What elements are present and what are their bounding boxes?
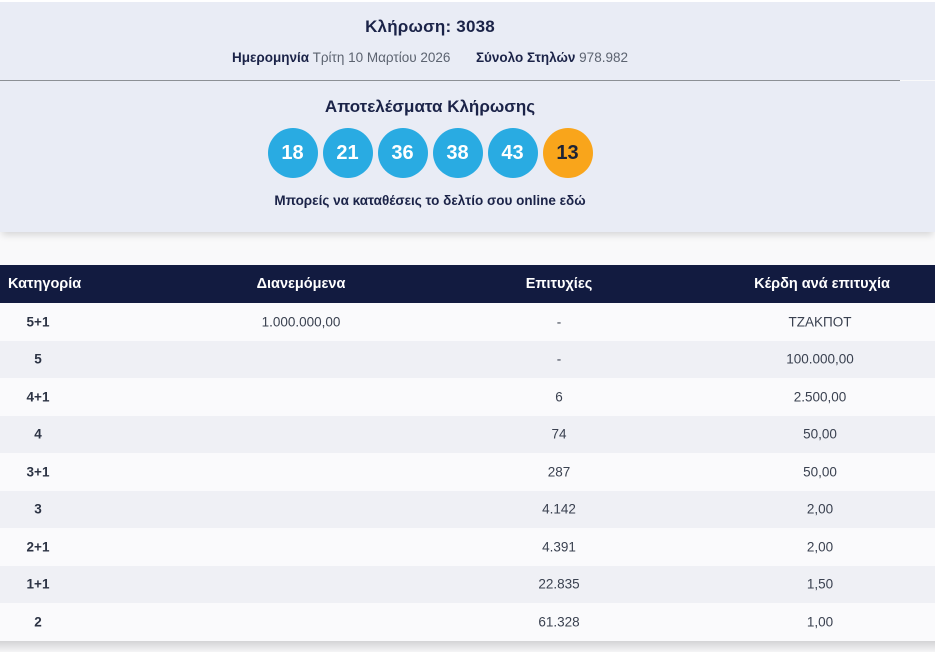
header-prize-per-win: Κέρδη ανά επιτυχία [754,276,890,292]
drawn-numbers: 18 21 36 38 43 13 [0,128,860,178]
table-row: 1+1 22.835 1,50 [0,565,935,603]
cell-winners: 22.835 [538,576,580,592]
cell-winners: - [556,314,562,330]
drawn-number-ball: 38 [432,128,483,178]
cell-prize-per-win: 50,00 [803,464,837,480]
drawn-number-ball: 36 [377,128,428,178]
drawn-number-ball: 21 [322,128,373,178]
total-columns-label: Σύνολο Στηλών [475,50,576,65]
draw-title-label: Κλήρωση: [365,17,452,36]
online-deposit-link[interactable]: Μπορείς να καταθέσεις το δελτίο σου onli… [0,193,860,208]
table-bottom-shadow [0,640,935,652]
prize-table-body: 5+1 1.000.000,00 - ΤΖΑΚΠΟΤ 5 - 100.000,00 4+1 6 2… [0,303,935,641]
cell-winners: 4.391 [542,539,576,555]
table-row: 5 - 100.000,00 [0,340,935,378]
cell-winners: 6 [555,389,563,405]
cell-category: 1+1 [26,576,50,592]
draw-header-section: Κλήρωση: 3038 Ημερομηνία Τρίτη 10 Μαρτίο… [0,2,935,80]
draw-meta: Ημερομηνία Τρίτη 10 Μαρτίου 2026 Σύνολο … [0,50,860,65]
cell-prize-per-win: 1,50 [806,576,834,592]
header-distributed: Διανεμόμενα [256,276,346,292]
cell-prize-per-win: 50,00 [803,426,837,442]
table-row: 3+1 287 50,00 [0,453,935,491]
cell-category: 2 [34,614,42,630]
cell-category: 3 [34,501,42,517]
section-gap [0,232,935,265]
cell-prize-per-win: 1,00 [806,614,834,630]
cell-prize-per-win: 2.500,00 [793,389,847,405]
results-heading: Αποτελέσματα Κλήρωσης [324,97,536,116]
prize-table: Κατηγορία Διανεμόμενα Επιτυχίες Κέρδη αν… [0,265,935,641]
date-value: Τρίτη 10 Μαρτίου 2026 [312,50,451,65]
total-columns-value: 978.982 [579,50,628,65]
cell-category: 4+1 [26,389,50,405]
cell-winners: 287 [547,464,571,480]
cell-category: 4 [34,426,42,442]
prize-table-header: Κατηγορία Διανεμόμενα Επιτυχίες Κέρδη αν… [0,265,935,303]
draw-results-section: Αποτελέσματα Κλήρωσης 18 21 36 38 43 13 Μπορε… [0,81,935,232]
table-row: 4+1 6 2.500,00 [0,378,935,416]
bonus-number-ball: 13 [542,128,593,178]
cell-winners: 61.328 [538,614,580,630]
drawn-number-ball: 43 [487,128,538,178]
cell-category: 5+1 [26,314,50,330]
cell-winners: 4.142 [542,501,576,517]
cell-category: 5 [34,351,42,367]
table-row: 5+1 1.000.000,00 - ΤΖΑΚΠΟΤ [0,303,935,341]
table-row: 2 61.328 1,00 [0,603,935,641]
cell-prize-per-win: 100.000,00 [786,351,854,367]
header-winners: Επιτυχίες [525,276,593,292]
header-category: Κατηγορία [8,276,82,292]
date-label: Ημερομηνία [232,50,310,65]
table-row: 2+1 4.391 2,00 [0,528,935,566]
table-row: 4 74 50,00 [0,415,935,453]
table-row: 3 4.142 2,00 [0,490,935,528]
cell-winners: - [556,351,562,367]
draw-number: 3038 [456,17,495,36]
cell-prize-per-win: 2,00 [806,501,834,517]
drawn-number-ball: 18 [267,128,318,178]
cell-category: 2+1 [26,539,50,555]
cell-distributed: 1.000.000,00 [261,314,341,330]
cell-prize-per-win: ΤΖΑΚΠΟΤ [788,314,852,330]
cell-category: 3+1 [26,464,50,480]
cell-prize-per-win: 2,00 [806,539,834,555]
draw-title: Κλήρωση: 3038 [0,17,860,37]
cell-winners: 74 [551,426,567,442]
